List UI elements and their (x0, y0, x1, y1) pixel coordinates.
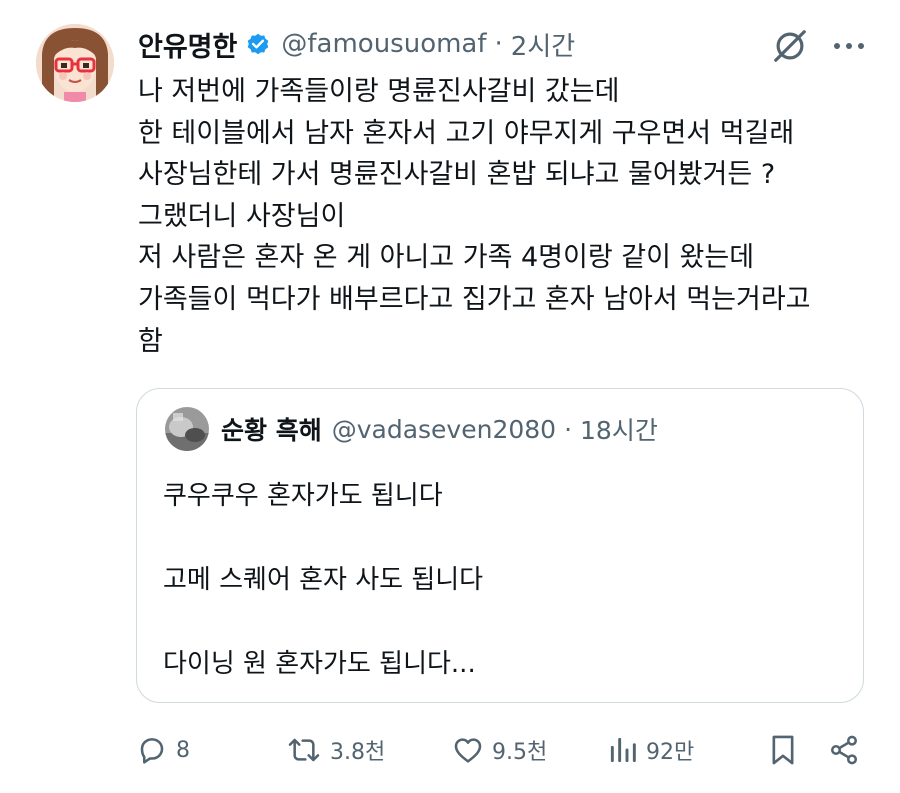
tweet-text-line: 저 사람은 혼자 온 게 아니고 가족 4명이랑 같이 왔는데 (138, 242, 755, 274)
quote-text-line: 쿠우쿠우 혼자가도 됩니다 (163, 481, 443, 511)
bookmark-button[interactable] (768, 728, 798, 772)
like-count: 9.5천 (492, 740, 548, 765)
quote-author-name[interactable]: 순황 흑해 (221, 411, 322, 447)
heart-icon (454, 738, 482, 763)
retweet-icon (288, 738, 320, 762)
more-icon[interactable] (826, 26, 872, 66)
tweet-header: 안유명한 @famousuomaf · 2시간 (138, 24, 575, 64)
tweet-text: 나 저번에 가족들이랑 명륜진사갈비 갔는데 한 테이블에서 남자 혼자서 고기… (138, 71, 878, 362)
views-button[interactable]: 92만 (608, 728, 694, 772)
tweet-actions-bar: 8 3.8천 9.5천 92만 (0, 728, 900, 772)
quote-author-handle[interactable]: @vadaseven2080 (332, 415, 556, 444)
tweet-text-line: 가족들이 먹다가 배부르다고 집가고 혼자 남아서 먹는거라고 (138, 283, 811, 315)
tweet-text-line: 함 (138, 325, 163, 357)
tweet-timestamp[interactable]: 2시간 (511, 26, 575, 63)
tweet-text-line: 나 저번에 가족들이랑 명륜진사갈비 갔는데 (138, 76, 620, 107)
views-count: 92만 (646, 740, 695, 765)
tweet-text-line: 사장님한테 가서 명륜진사갈비 혼밥 되냐고 물어봤거든 ? (138, 159, 776, 191)
share-button[interactable] (828, 728, 860, 772)
quote-tweet-card[interactable]: 순황 흑해 @vadaseven2080 · 18시간 쿠우쿠우 혼자가도 됩니… (136, 388, 864, 703)
reply-count: 8 (176, 737, 190, 763)
quote-text-line: 고메 스퀘어 혼자 사도 됩니다 (163, 565, 484, 595)
bookmark-icon (772, 735, 794, 765)
author-handle[interactable]: @famousuomaf (281, 29, 486, 59)
tweet-text-line: 한 테이블에서 남자 혼자서 고기 야무지게 구우면서 먹길래 (138, 117, 795, 149)
quote-text-line: 다이닝 원 혼자가도 됩니다... (163, 649, 476, 679)
retweet-button[interactable]: 3.8천 (286, 728, 385, 772)
like-button[interactable]: 9.5천 (452, 728, 547, 772)
grok-icon[interactable] (770, 26, 810, 66)
author-display-name[interactable]: 안유명한 (138, 25, 237, 64)
separator-dot: · (564, 414, 573, 444)
views-icon (610, 737, 636, 763)
verified-badge-icon (245, 31, 271, 57)
share-icon (831, 735, 857, 765)
quote-avatar[interactable] (165, 407, 209, 451)
reply-button[interactable]: 8 (136, 728, 190, 772)
quote-header: 순황 흑해 @vadaseven2080 · 18시간 (165, 407, 658, 451)
reply-icon (140, 738, 164, 764)
quote-timestamp[interactable]: 18시간 (580, 411, 658, 447)
avatar-image (36, 24, 114, 102)
avatar[interactable] (36, 24, 114, 102)
retweet-count: 3.8천 (330, 740, 386, 765)
tweet-text-line: 그랬더니 사장님이 (138, 200, 346, 232)
quote-avatar-image (165, 407, 209, 451)
separator-dot: · (494, 29, 503, 59)
